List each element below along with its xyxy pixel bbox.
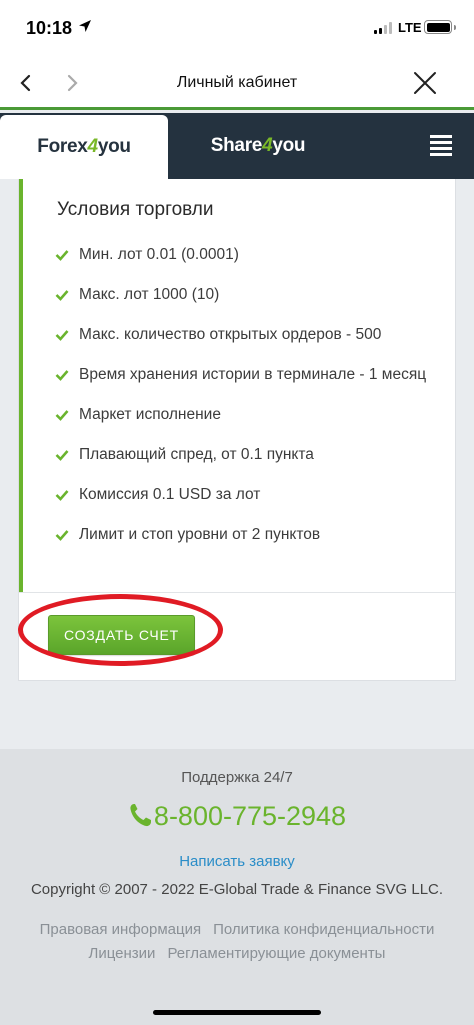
footer-links-row-1: Правовая информация Политика конфиденциал… <box>0 921 474 938</box>
check-icon <box>55 250 69 261</box>
tab-forex4you[interactable]: Forex4you <box>0 115 168 179</box>
check-icon <box>55 450 69 461</box>
check-icon <box>55 290 69 301</box>
check-icon <box>55 530 69 541</box>
share4you-logo: Share4you <box>210 135 306 156</box>
status-time: 10:18 <box>26 18 73 38</box>
regulatory-docs-link[interactable]: Регламентирующие документы <box>167 945 385 962</box>
tab-share4you[interactable]: Share4you <box>168 113 348 179</box>
licenses-link[interactable]: Лицензии <box>89 945 156 962</box>
status-bar: 10:18 LTE <box>0 0 474 58</box>
location-arrow-icon <box>79 20 91 32</box>
forex4you-logo: Forex4you <box>37 136 131 157</box>
divider <box>19 592 455 593</box>
account-card: Условия торговли Мин. лот 0.01 (0.0001) … <box>18 179 456 681</box>
list-item: Мин. лот 0.01 (0.0001) <box>53 243 433 266</box>
phone-icon <box>130 804 151 827</box>
list-item: Макс. лот 1000 (10) <box>53 283 433 306</box>
conditions-title: Условия торговли <box>57 199 214 220</box>
main-content: Условия торговли Мин. лот 0.01 (0.0001) … <box>0 179 474 749</box>
browser-navbar: Личный кабинет <box>0 58 474 110</box>
privacy-policy-link[interactable]: Политика конфиденциальности <box>213 921 434 938</box>
close-icon[interactable] <box>412 70 438 96</box>
phone-link[interactable]: 8-800-775-2948 <box>0 801 474 832</box>
conditions-list: Мин. лот 0.01 (0.0001) Макс. лот 1000 (1… <box>53 243 433 563</box>
list-item: Плавающий спред, от 0.1 пункта <box>53 443 433 466</box>
home-indicator[interactable] <box>153 1010 321 1015</box>
write-request-link[interactable]: Написать заявку <box>0 853 474 870</box>
page-title: Личный кабинет <box>176 74 298 91</box>
battery-icon <box>424 20 456 34</box>
footer: Поддержка 24/7 8-800-775-2948 Написать з… <box>0 749 474 1025</box>
copyright-text: Copyright © 2007 - 2022 E-Global Trade &… <box>30 881 444 898</box>
list-item: Комиссия 0.1 USD за лот <box>53 483 433 506</box>
list-item: Лимит и стоп уровни от 2 пунктов <box>53 523 433 546</box>
support-label: Поддержка 24/7 <box>181 769 293 786</box>
create-account-button[interactable]: СОЗДАТЬ СЧЕТ <box>48 615 195 655</box>
list-item: Маркет исполнение <box>53 403 433 426</box>
footer-links-row-2: Лицензии Регламентирующие документы <box>0 945 474 962</box>
check-icon <box>55 330 69 341</box>
legal-info-link[interactable]: Правовая информация <box>40 921 201 938</box>
brand-tabs: Forex4you Share4you <box>0 113 474 179</box>
network-label: LTE <box>398 20 422 35</box>
check-icon <box>55 490 69 501</box>
list-item: Время хранения истории в терминале - 1 м… <box>53 363 433 386</box>
list-item: Макс. количество открытых ордеров - 500 <box>53 323 433 346</box>
check-icon <box>55 370 69 381</box>
hamburger-menu-icon[interactable] <box>430 135 452 157</box>
check-icon <box>55 410 69 421</box>
trading-conditions: Условия торговли Мин. лот 0.01 (0.0001) … <box>19 179 457 592</box>
